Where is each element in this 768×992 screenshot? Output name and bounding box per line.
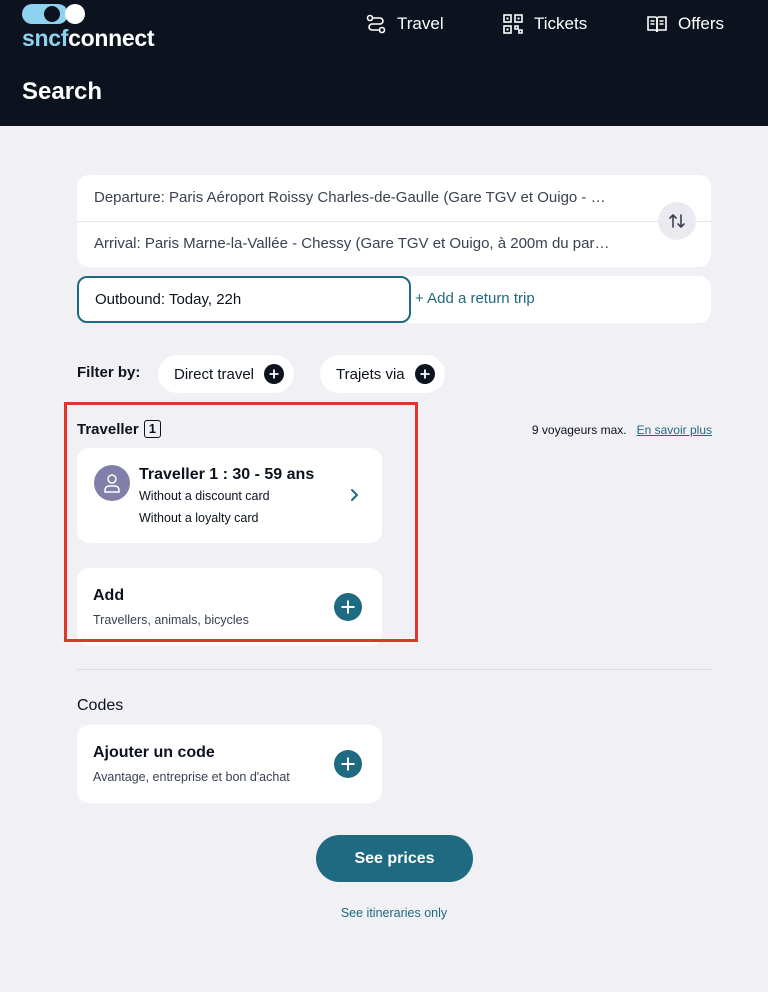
max-travellers-text: 9 voyageurs max. [531, 423, 627, 437]
loyalty-card-status: Without a loyalty card [139, 511, 259, 525]
nav-offers-label: Offers [678, 14, 724, 33]
learn-more-link[interactable]: En savoir plus [637, 423, 712, 437]
nav-travel-label: Travel [397, 14, 444, 33]
traveller-name: Traveller 1 : 30 - 59 ans [139, 466, 315, 483]
traveller-card[interactable]: Traveller 1 : 30 - 59 ans Without a disc… [77, 448, 382, 543]
logo-wordmark: sncfconnect [22, 25, 154, 52]
discount-card-status: Without a discount card [139, 489, 270, 503]
nav-tickets-label: Tickets [534, 14, 588, 33]
chevron-right-icon [351, 489, 358, 501]
nav-offers[interactable]: Offers [646, 12, 724, 36]
book-icon [647, 16, 667, 33]
traveller-label: Traveller [77, 420, 139, 438]
page-title: Search [22, 78, 103, 105]
add-code-subtitle: Avantage, entreprise et bon d'achat [93, 770, 290, 784]
logo-suffix: connect [68, 25, 155, 51]
filter-chip-label: Trajets via [336, 365, 405, 383]
qr-code-icon [503, 14, 523, 34]
swap-arrows-icon [669, 214, 685, 228]
see-prices-button[interactable]: See prices [316, 835, 473, 882]
add-code-card[interactable]: Ajouter un code Avantage, entreprise et … [77, 725, 382, 803]
departure-field[interactable]: Departure: Paris Aéroport Roissy Charles… [94, 189, 641, 206]
plus-circle-icon[interactable] [334, 750, 362, 778]
origin-destination-card: Departure: Paris Aéroport Roissy Charles… [77, 175, 711, 267]
add-return-trip-button[interactable]: + Add a return trip [415, 290, 535, 307]
traveller-section-label: Traveller 1 [77, 420, 161, 438]
add-traveller-card[interactable]: Add Travellers, animals, bicycles [77, 568, 382, 646]
outbound-date-field[interactable]: Outbound: Today, 22h [77, 276, 411, 323]
plus-circle-icon [264, 364, 285, 384]
filter-label: Filter by: [77, 364, 141, 381]
logo-toggle-icon [22, 4, 85, 24]
add-traveller-title: Add [93, 587, 125, 604]
codes-section-label: Codes [77, 697, 124, 714]
logo-prefix: sncf [22, 25, 69, 51]
nav-tickets[interactable]: Tickets [502, 12, 587, 36]
arrival-field[interactable]: Arrival: Paris Marne-la-Vallée - Chessy … [94, 235, 641, 252]
plus-circle-icon [414, 364, 435, 384]
see-itineraries-link[interactable]: See itineraries only [0, 906, 768, 920]
traveller-count-badge: 1 [143, 420, 161, 438]
app-header: sncfconnect Travel Tickets Offers Search [0, 0, 768, 126]
divider [77, 221, 711, 222]
filter-chip-trajets-via[interactable]: Trajets via [320, 355, 445, 393]
filter-chip-direct-travel[interactable]: Direct travel [158, 355, 295, 393]
traveller-max-info: 9 voyageurs max. En savoir plus [532, 423, 712, 437]
plus-circle-icon[interactable] [334, 593, 362, 621]
section-divider [77, 669, 711, 670]
person-icon [104, 474, 120, 493]
dates-card: Outbound: Today, 22h + Add a return trip [77, 276, 711, 323]
add-traveller-subtitle: Travellers, animals, bicycles [93, 613, 249, 627]
nav-travel[interactable]: Travel [365, 12, 444, 36]
avatar [94, 465, 130, 501]
route-icon [366, 14, 386, 34]
filter-chip-label: Direct travel [174, 365, 255, 383]
swap-stations-button[interactable] [658, 202, 696, 240]
add-code-title: Ajouter un code [93, 744, 215, 761]
